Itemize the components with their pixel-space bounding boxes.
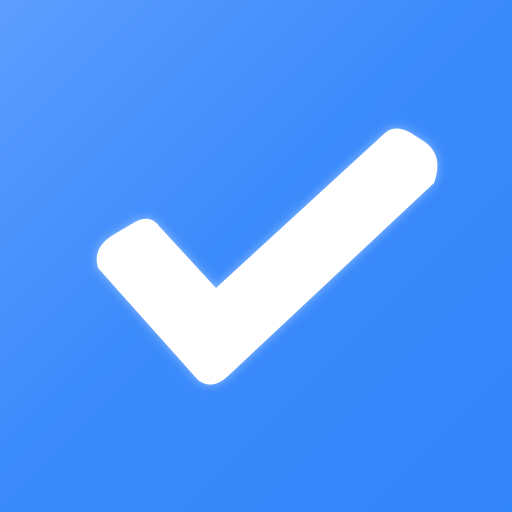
checkmark-icon-graphic — [0, 0, 512, 512]
app-icon — [0, 0, 512, 512]
